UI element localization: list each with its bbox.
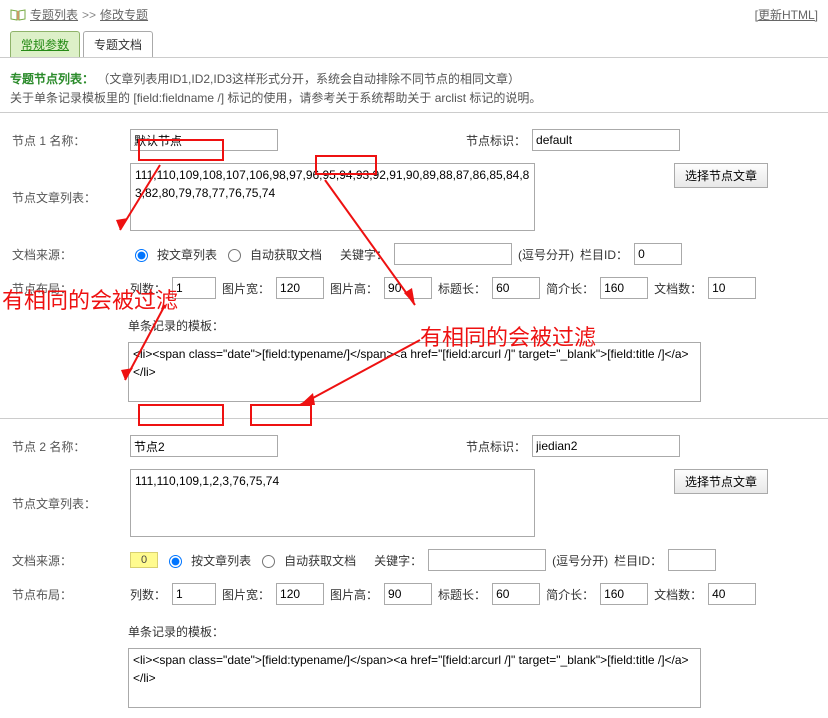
node1-select-articles-button[interactable]: 选择节点文章 [674,163,768,188]
node2-list-label: 节点文章列表： [10,469,122,512]
node2-imgw-label: 图片宽： [222,586,270,603]
node1-cols-input[interactable] [172,277,216,299]
node1-comma-note: (逗号分开) [518,246,574,263]
node2-source-auto-label: 自动获取文档 [284,552,356,569]
node1-introlen-label: 简介长： [546,280,594,297]
node2-titlelen-input[interactable] [492,583,540,605]
node1-imgw-label: 图片宽： [222,280,270,297]
node2-imgh-label: 图片高： [330,586,378,603]
node2-cols-input[interactable] [172,583,216,605]
node2-select-articles-button[interactable]: 选择节点文章 [674,469,768,494]
node1-tpl-textarea[interactable] [128,342,701,402]
node2-keyword-input[interactable] [428,549,546,571]
node2-name-input[interactable] [130,435,278,457]
node1-imgw-input[interactable] [276,277,324,299]
node1-doccount-label: 文档数： [654,280,702,297]
node1-colid-label: 栏目ID： [580,246,628,263]
node1-keyword-label: 关键字： [340,246,388,263]
node1-introlen-input[interactable] [600,277,648,299]
node1-list-label: 节点文章列表： [10,163,122,206]
node2-colid-input[interactable] [668,549,716,571]
node2-comma-note: (逗号分开) [552,552,608,569]
node2-tpl-label: 单条记录的模板： [128,623,224,640]
breadcrumb-sep: >> [82,8,96,22]
node1-flag-input[interactable] [532,129,680,151]
node2-flag-input[interactable] [532,435,680,457]
node2-keyword-label: 关键字： [374,552,422,569]
update-html-link[interactable]: [更新HTML] [755,6,818,23]
node1-name-label: 节点 1 名称： [10,132,122,149]
node2-cols-label: 列数： [130,586,166,603]
node1-keyword-input[interactable] [394,243,512,265]
node1-colid-input[interactable] [634,243,682,265]
node2-introlen-label: 简介长： [546,586,594,603]
node1-source-label: 文档来源： [10,246,122,263]
node2-badge: 0 [130,552,158,568]
node1-list-textarea[interactable] [130,163,535,231]
node1-source-list-label: 按文章列表 [157,246,217,263]
node2-flag-label: 节点标识： [466,438,526,455]
node1-imgh-label: 图片高： [330,280,378,297]
node1-titlelen-input[interactable] [492,277,540,299]
node1-name-input[interactable] [130,129,278,151]
node2-layout-label: 节点布局： [10,586,122,603]
node2-tpl-textarea[interactable] [128,648,701,708]
node1-flag-label: 节点标识： [466,132,526,149]
breadcrumb-edit[interactable]: 修改专题 [100,6,148,23]
node1-doccount-input[interactable] [708,277,756,299]
node1-tpl-label: 单条记录的模板： [128,317,224,334]
node2-source-label: 文档来源： [10,552,122,569]
note-line-1: 专题节点列表： （文章列表用ID1,ID2,ID3这样形式分开，系统会自动排除不… [10,70,818,87]
node2-imgw-input[interactable] [276,583,324,605]
book-icon [10,9,26,21]
node1-titlelen-label: 标题长： [438,280,486,297]
node2-doccount-label: 文档数： [654,586,702,603]
node2-source-auto-radio[interactable] [262,555,275,568]
node2-list-textarea[interactable] [130,469,535,537]
tab-docs[interactable]: 专题文档 [83,31,153,57]
node2-imgh-input[interactable] [384,583,432,605]
node2-name-label: 节点 2 名称： [10,438,122,455]
tab-general[interactable]: 常规参数 [10,31,80,57]
node1-cols-label: 列数： [130,280,166,297]
node2-titlelen-label: 标题长： [438,586,486,603]
node1-source-auto-radio[interactable] [228,249,241,262]
breadcrumb: 专题列表 >> 修改专题 [10,6,148,23]
node2-introlen-input[interactable] [600,583,648,605]
node2-doccount-input[interactable] [708,583,756,605]
node1-source-auto-label: 自动获取文档 [250,246,322,263]
note-line-2: 关于单条记录模板里的 [field:fieldname /] 标记的使用，请参考… [10,89,818,106]
node1-source-list-radio[interactable] [135,249,148,262]
node2-source-list-label: 按文章列表 [191,552,251,569]
node1-layout-label: 节点布局： [10,280,122,297]
node1-imgh-input[interactable] [384,277,432,299]
node2-colid-label: 栏目ID： [614,552,662,569]
node2-source-list-radio[interactable] [169,555,182,568]
breadcrumb-list[interactable]: 专题列表 [30,6,78,23]
